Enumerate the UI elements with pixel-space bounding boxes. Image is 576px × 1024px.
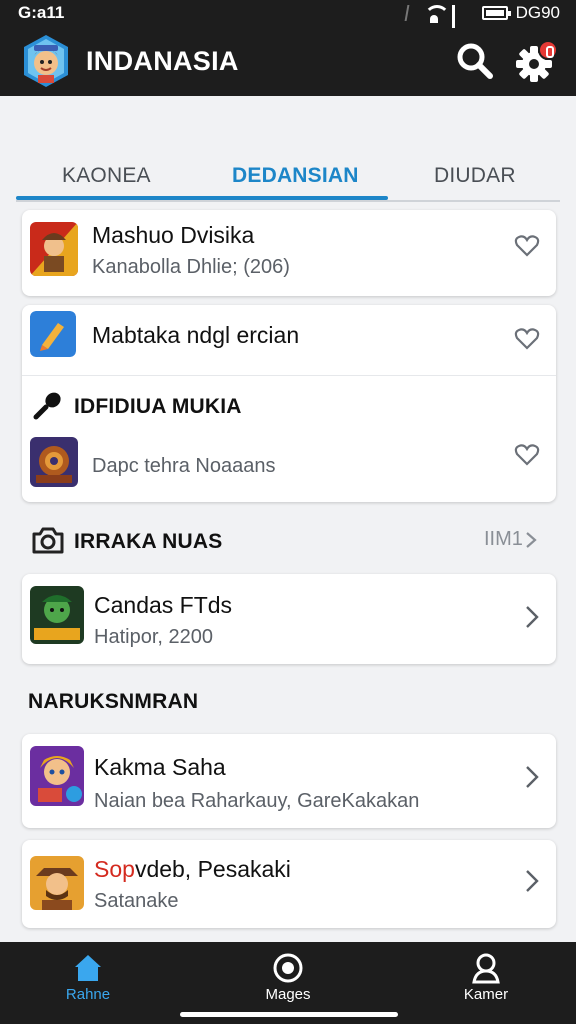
- bluetooth-icon: [404, 5, 417, 21]
- chevron-right-icon[interactable]: [524, 868, 540, 894]
- list-item[interactable]: Sopvdeb, Pesakaki Satanake: [22, 840, 556, 928]
- nav-label: Rahne: [65, 986, 111, 1003]
- row-title: Mashuo Dvisika: [92, 222, 255, 248]
- tab-bar: KAONEA DEDANSIAN DIUDAR: [16, 150, 560, 202]
- list-item[interactable]: Mashuo Dvisika Kanabolla Dhlie; (206): [22, 210, 556, 296]
- app-bar: INDANASIA: [0, 28, 576, 96]
- status-right-text: DG90: [515, 3, 560, 22]
- notification-badge: [538, 40, 558, 60]
- row-subtitle[interactable]: Dapc tehra Noaaans: [92, 455, 275, 478]
- status-time: G:a11: [18, 3, 65, 22]
- home-icon: [75, 955, 101, 981]
- heart-icon[interactable]: [514, 234, 540, 258]
- tab-kaonea[interactable]: KAONEA: [62, 164, 151, 188]
- game-thumbnail: [30, 856, 84, 910]
- divider: [22, 375, 556, 376]
- row-subtitle: Satanake: [94, 890, 179, 912]
- row-subtitle: Hatipor, 2200: [94, 626, 213, 648]
- card-group: Mabtaka ndgl ercian IDFIDIUA MUKIA Dapc …: [22, 305, 556, 502]
- status-bar: G:a11 DG90: [0, 0, 576, 55]
- game-thumbnail: [30, 586, 84, 644]
- row-title-highlight: Sop: [94, 856, 135, 882]
- app-logo-icon: [20, 33, 72, 89]
- nav-kamer[interactable]: Kamer: [426, 942, 546, 1024]
- search-icon: [457, 43, 493, 79]
- nav-label: Kamer: [463, 986, 509, 1003]
- settings-button[interactable]: [514, 40, 558, 82]
- section-title: IDFIDIUA MUKIA: [74, 395, 242, 418]
- game-thumbnail: [30, 746, 84, 806]
- home-indicator: [180, 1012, 398, 1017]
- active-tab-indicator: [16, 196, 388, 200]
- row-title: Sopvdeb, Pesakaki: [94, 856, 291, 883]
- game-thumbnail: [30, 222, 78, 276]
- status-icons: DG90: [404, 3, 560, 55]
- signal-icon: [451, 5, 474, 55]
- row-title: Kakma Saha: [94, 754, 226, 780]
- heart-icon[interactable]: [514, 327, 540, 351]
- list-item[interactable]: Kakma Saha Naian bea Raharkauy, GareKaka…: [22, 734, 556, 828]
- person-icon: [472, 953, 500, 984]
- tab-diudar[interactable]: DIUDAR: [434, 164, 516, 188]
- chevron-right-icon[interactable]: [524, 764, 540, 790]
- row-title[interactable]: Mabtaka ndgl ercian: [92, 322, 299, 349]
- chevron-right-icon[interactable]: [524, 604, 540, 630]
- microphone-icon: [33, 392, 61, 420]
- camera-icon: [32, 527, 64, 554]
- battery-icon: [481, 6, 511, 20]
- row-subtitle: Naian bea Raharkauy, GareKakakan: [94, 790, 420, 812]
- see-all-link[interactable]: IIM1: [484, 528, 523, 551]
- heart-icon[interactable]: [514, 443, 540, 467]
- search-button[interactable]: [456, 42, 494, 80]
- section-title: NARUKSNMRAN: [28, 690, 199, 713]
- app-title: INDANASIA: [86, 46, 239, 76]
- row-title: Candas FTds: [94, 592, 233, 618]
- row-subtitle: Kanabolla Dhlie; (206): [92, 256, 290, 278]
- chevron-right-icon[interactable]: [524, 530, 538, 550]
- nav-label: Mages: [265, 986, 311, 1003]
- wifi-icon: [423, 5, 450, 23]
- nav-home[interactable]: Rahne: [28, 942, 148, 1024]
- list-item[interactable]: Candas FTds Hatipor, 2200: [22, 574, 556, 664]
- section-title: IRRAKA NUAS: [74, 530, 223, 553]
- app-thumbnail: [30, 311, 76, 357]
- row-title-rest: vdeb, Pesakaki: [134, 856, 291, 882]
- disc-icon: [273, 953, 303, 983]
- tab-dedansian[interactable]: DEDANSIAN: [232, 164, 359, 188]
- game-thumbnail: [30, 437, 78, 487]
